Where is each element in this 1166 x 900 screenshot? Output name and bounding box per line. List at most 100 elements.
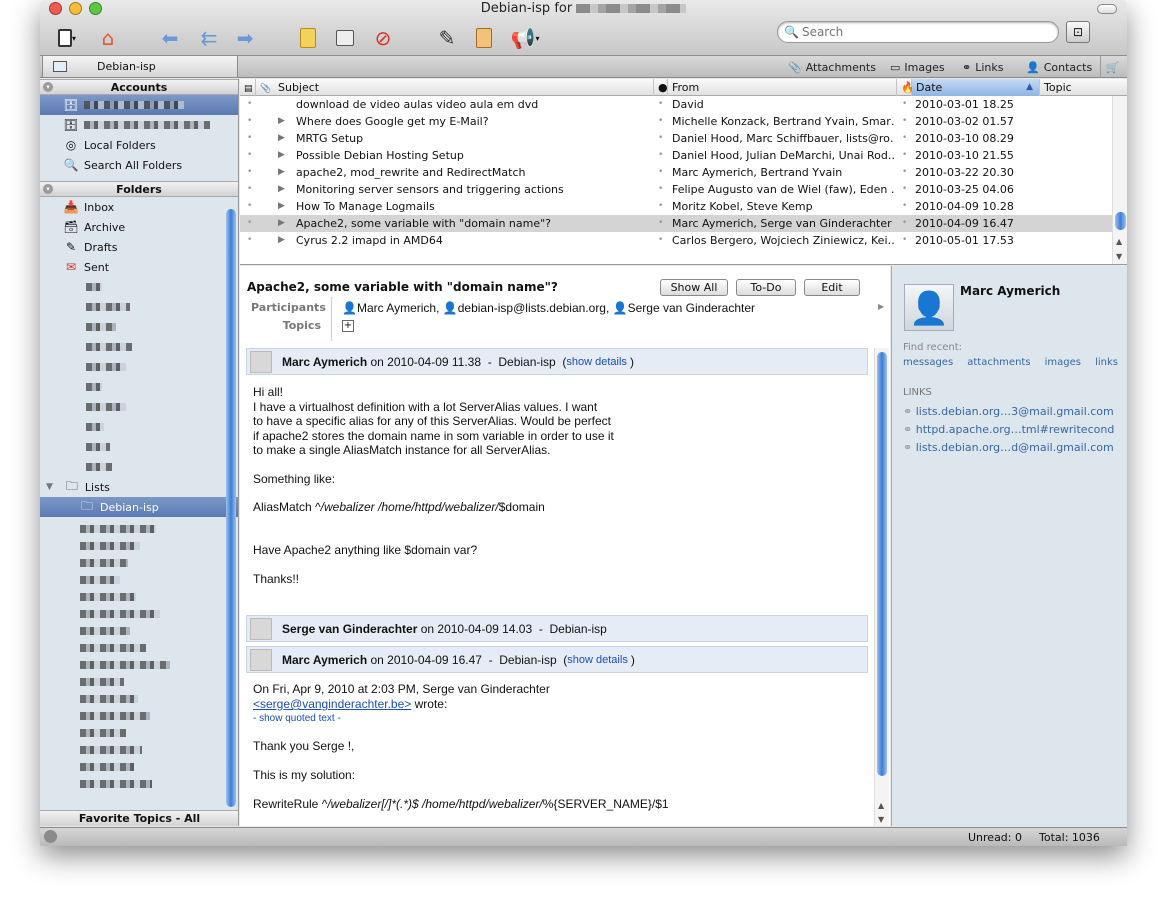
thread-expand-icon[interactable]: ▶ [278,232,285,249]
link-item[interactable]: ⚭ lists.debian.org…d@mail.gmail.com [903,439,1114,457]
tab-debian-isp[interactable]: Debian-isp [42,56,238,78]
col-status[interactable]: ▤ [240,79,256,96]
folder-sent[interactable]: ✉ Sent [40,257,238,277]
images-tab[interactable]: ▭ Images [890,56,945,78]
col-topic[interactable]: Topic [1040,79,1112,96]
toolbar-options-button[interactable]: 🛒 [1100,56,1124,78]
reader-scroll-thumb[interactable] [877,352,887,776]
link-item[interactable]: ⚭ httpd.apache.org…tml#rewritecond [903,421,1114,439]
clipboard-button[interactable] [472,24,496,52]
participant[interactable]: debian-isp@lists.debian.org, [458,301,610,315]
favorite-topics-bar[interactable]: Favorite Topics - All [40,810,238,826]
message-row[interactable]: • download de video aulas video aula em d… [240,96,1112,113]
account-item[interactable]: 🗄 [40,115,238,135]
col-from[interactable]: From [668,79,897,96]
note-button[interactable] [296,24,320,52]
mailbox-icon: 🗄 [63,118,79,132]
message-row[interactable]: • ▶ apache2, mod_rewrite and RedirectMatch… [240,164,1112,181]
list-scroll-thumb[interactable] [1115,212,1126,230]
thread-expand-icon[interactable]: ▶ [278,147,285,164]
accounts-header[interactable]: ▾ Accounts [40,79,238,95]
activity-icon[interactable] [44,830,57,843]
col-date[interactable]: Date ▲ [912,79,1040,96]
search-field[interactable]: 🔍 [777,21,1059,43]
compose-button[interactable]: ✎ [435,24,459,52]
unread-dot-icon: • [658,201,664,211]
message-row[interactable]: • ▶ Cyrus 2.2 imapd in AMD64 • Carlos Berger… [240,232,1112,249]
paperclip-icon: 📎 [788,60,802,74]
attachments-tab[interactable]: 📎 Attachments [788,56,876,78]
collapse-panel-icon[interactable]: ▶ [878,302,884,311]
message-row[interactable]: • ▶ Apache2, some variable with "domain na… [240,215,1112,232]
reply-all-button[interactable]: ⇇ [194,24,224,52]
message-header[interactable]: Marc Aymerich on 2010-04-09 16.47 - Debi… [246,646,868,673]
scroll-down-arrow[interactable]: ▼ [878,815,884,824]
thread-expand-icon[interactable]: ▶ [278,130,285,147]
folder-lists[interactable]: ▼ 🗀 Lists [40,477,238,497]
show-details-link[interactable]: show details [567,654,628,666]
add-topic-button[interactable]: + [342,320,354,332]
folder-archive[interactable]: 🗃 Archive [40,217,238,237]
message-row[interactable]: • ▶ MRTG Setup • Daniel Hood, Marc Schiffbau… [240,130,1112,147]
list-scrollbar[interactable]: ▲ ▼ [1112,96,1127,264]
folder-debian-isp[interactable]: 🗀 Debian-isp [40,497,238,517]
participant[interactable]: Serge van Ginderachter [628,301,755,315]
mailbox-menu-button[interactable]: ▾ [52,24,82,52]
thread-expand-icon[interactable]: ▶ [278,113,285,130]
announce-button[interactable]: 📢 ▾ [508,24,542,52]
recent-images-link[interactable]: images [1045,357,1081,368]
reply-button[interactable]: ⬅ [158,24,182,52]
thread-expand-icon[interactable]: ▶ [278,164,285,181]
todo-button[interactable]: To-Do [736,279,796,296]
thread-expand-icon[interactable]: ▶ [278,198,285,215]
scroll-down-arrow[interactable]: ▼ [1116,252,1122,261]
forward-button[interactable]: ➡ [233,24,257,52]
note-icon: ▤ [244,84,253,94]
advanced-search-button[interactable]: ⊡ [1066,21,1090,43]
thread-expand-icon[interactable]: ▶ [278,215,285,232]
edit-button[interactable]: Edit [804,279,860,296]
contacts-tab[interactable]: 👤 Contacts [1026,56,1092,78]
scroll-up-arrow[interactable]: ▲ [1116,237,1122,246]
account-item[interactable]: 🗄 [40,95,238,115]
recent-attachments-link[interactable]: attachments [967,357,1030,368]
search-all-folders[interactable]: 🔍 Search All Folders [40,155,238,175]
message-meta: on 2010-04-09 16.47 - Debian-isp ( [367,652,568,667]
folder-drafts[interactable]: ✎ Drafts [40,237,238,257]
show-all-button[interactable]: Show All [660,279,728,296]
col-attachment[interactable]: 📎 [256,79,274,96]
col-subject[interactable]: Subject [274,79,654,96]
delete-button[interactable]: ⊘ [371,24,395,52]
links-tab[interactable]: ⚭ Links [962,56,1003,78]
recent-links-link[interactable]: links [1095,357,1118,368]
archive-button[interactable] [333,24,357,52]
scroll-up-arrow[interactable]: ▲ [878,801,884,810]
participant[interactable]: Marc Aymerich, [357,301,439,315]
folders-header[interactable]: ▾ Folders [40,181,238,197]
home-button[interactable]: ⌂ [94,24,122,52]
thread-expand-icon[interactable]: ▶ [278,181,285,198]
message-header[interactable]: Marc Aymerich on 2010-04-09 11.38 - Debi… [246,348,868,375]
toolbar-toggle-button[interactable] [1097,4,1117,14]
email-link[interactable]: <serge@vanginderachter.be> [253,697,411,711]
search-input[interactable] [801,25,1042,39]
message-header-collapsed[interactable]: Serge van Ginderachter on 2010-04-09 14.… [246,615,868,642]
local-folders[interactable]: ◎ Local Folders [40,135,238,155]
message-row[interactable]: • ▶ Possible Debian Hosting Setup • Daniel H… [240,147,1112,164]
date: 2010-03-10 08.29 [915,132,1014,145]
link-item[interactable]: ⚭ lists.debian.org…3@mail.gmail.com [903,403,1114,421]
message-row[interactable]: • ▶ Monitoring server sensors and triggeri… [240,181,1112,198]
sidebar-scrollbar[interactable] [226,209,236,807]
clipboard-icon [476,28,492,48]
message-row[interactable]: • ▶ Where does Google get my E-Mail? • Miche… [240,113,1112,130]
magnifier-icon: 🔍 [63,158,79,172]
recent-messages-link[interactable]: messages [903,357,953,368]
show-details-link[interactable]: show details [566,356,627,368]
folder-inbox[interactable]: 📥 Inbox [40,197,238,217]
col-unread[interactable]: ● [654,79,668,96]
link-icon: ⚭ [962,60,972,74]
message-row[interactable]: • ▶ How To Manage Logmails • Moritz Kobel, S… [240,198,1112,215]
col-flag[interactable]: 🔥 [897,79,915,96]
show-quoted-text-link[interactable]: - show quoted text - [253,712,341,727]
reader-scrollbar[interactable]: ▲ ▼ [874,348,889,826]
